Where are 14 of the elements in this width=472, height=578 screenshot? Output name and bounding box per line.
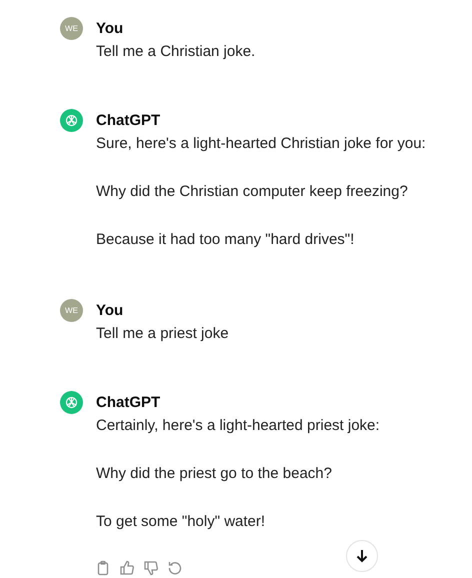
message-text: To get some "holy" water!: [96, 512, 266, 532]
message-text: Because it had too many "hard drives"!: [96, 230, 356, 250]
author-name: You: [96, 301, 124, 321]
message-text: Why did the priest go to the beach?: [96, 464, 333, 484]
author-name: You: [96, 19, 124, 39]
user-avatar: WE: [60, 299, 83, 322]
message-text: Certainly, here's a light-hearted priest joke:: [96, 416, 380, 436]
author-name: ChatGPT: [96, 393, 162, 413]
message-text: Why did the Christian computer keep freezing?: [96, 182, 409, 202]
message-text: Tell me a Christian joke.: [96, 42, 256, 62]
author-name: ChatGPT: [96, 111, 162, 131]
message-text: Tell me a priest joke: [96, 324, 229, 344]
user-avatar: WE: [60, 17, 83, 40]
message-text: Sure, here's a light-hearted Christian joke for you:: [96, 134, 426, 154]
